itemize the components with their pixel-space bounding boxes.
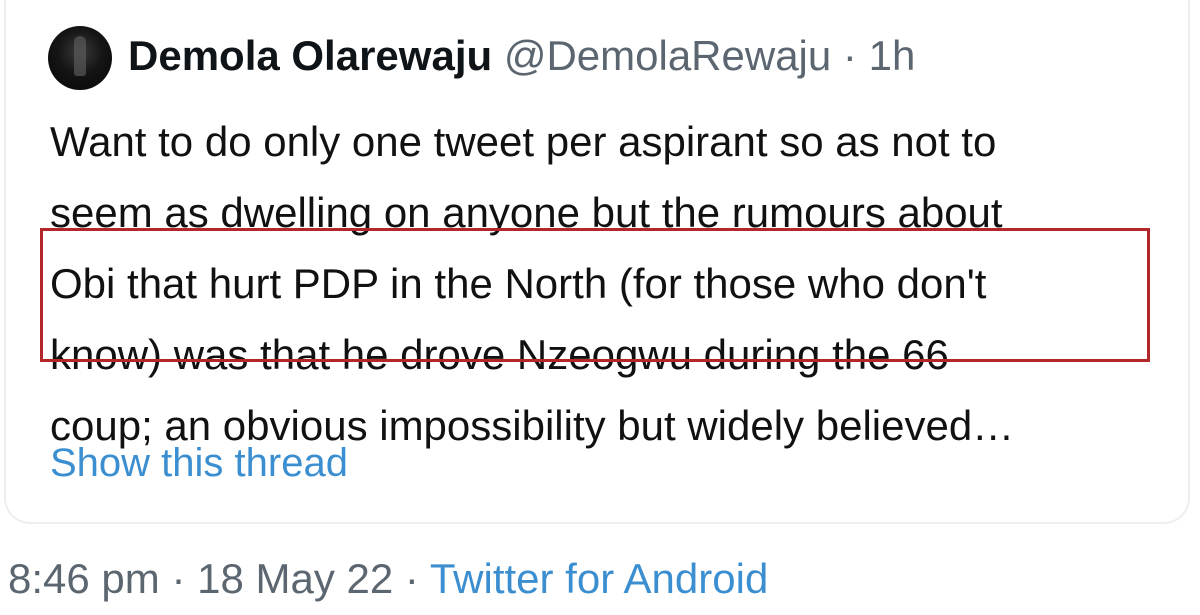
tweet-meta: 8:46 pm · 18 May 22 · Twitter for Androi… [8, 552, 768, 606]
tweet-text-line: Want to do only one tweet per aspirant s… [50, 118, 997, 165]
meta-separator: · [404, 555, 419, 602]
tweet-age[interactable]: 1h [869, 32, 916, 79]
quoted-tweet-header: Demola Olarewaju @DemolaRewaju · 1h [128, 28, 915, 84]
meta-separator: · [171, 555, 186, 602]
highlight-annotation-box [40, 228, 1150, 362]
show-thread-link[interactable]: Show this thread [50, 438, 348, 488]
tweet-time: 8:46 pm [8, 555, 160, 602]
avatar-person-silhouette [74, 36, 86, 76]
header-separator: · [842, 32, 857, 79]
avatar[interactable] [48, 26, 112, 90]
tweet-date: 18 May 22 [197, 555, 394, 602]
author-handle[interactable]: @DemolaRewaju [504, 32, 831, 79]
tweet-client-link[interactable]: Twitter for Android [430, 555, 768, 602]
quoted-tweet-card[interactable]: Demola Olarewaju @DemolaRewaju · 1h Want… [4, 0, 1190, 524]
author-display-name[interactable]: Demola Olarewaju [128, 32, 492, 79]
